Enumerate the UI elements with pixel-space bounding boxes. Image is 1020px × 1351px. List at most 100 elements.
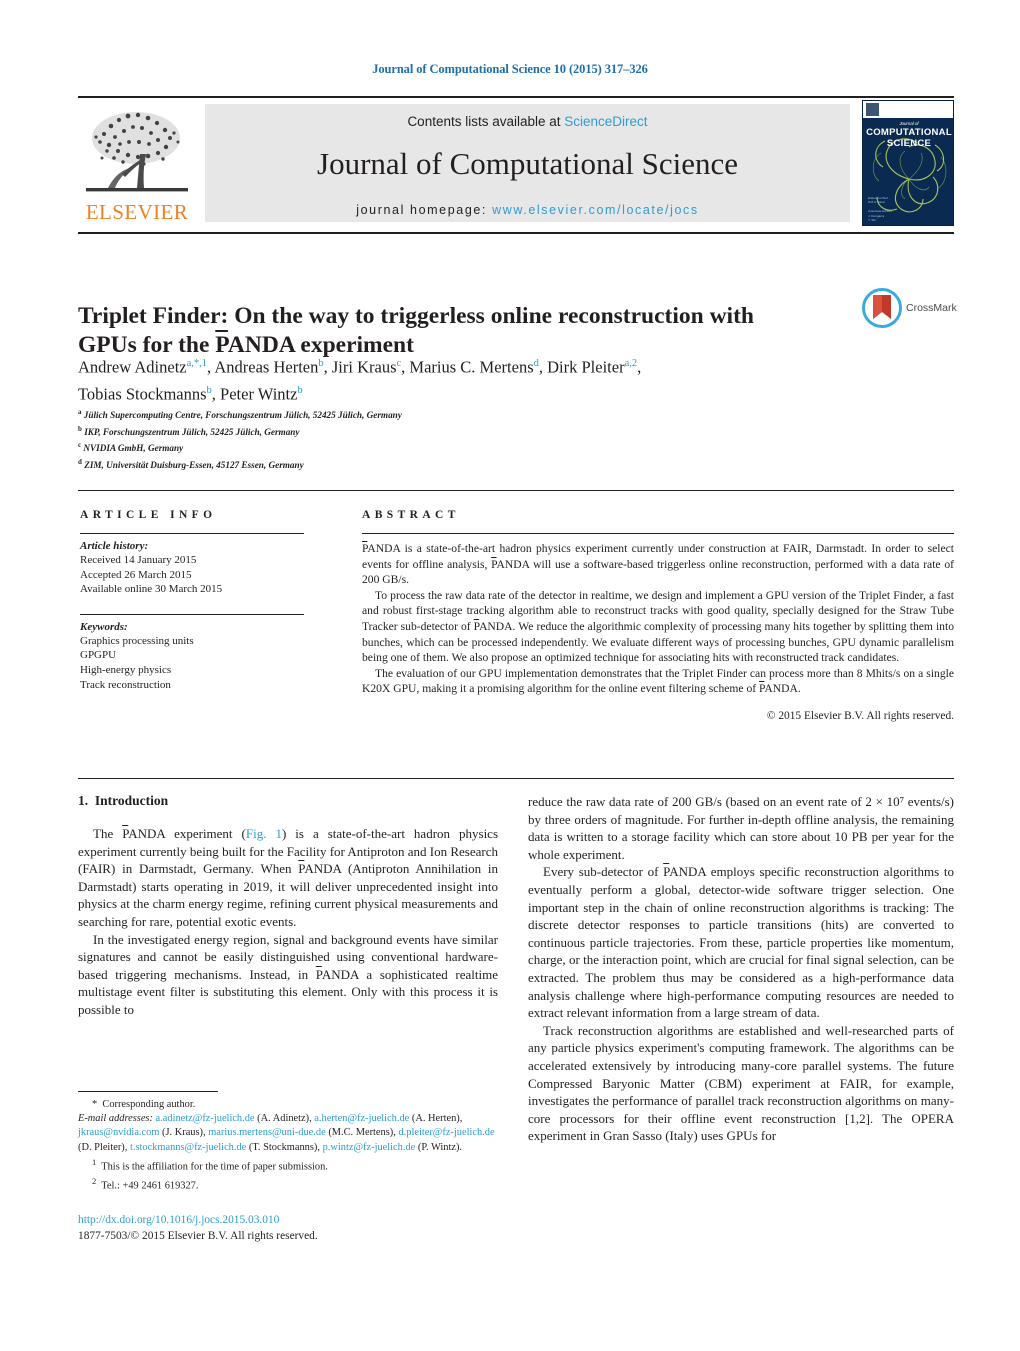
crossmark-icon (862, 288, 902, 328)
cover-editorial-blurb: Editor-in-Chief P.M.A. Sloot Associate Ed… (868, 196, 892, 223)
footnote-text: This is the affiliation for the time of … (101, 1161, 328, 1173)
affiliation-item: c NVIDIA GmbH, Germany (78, 439, 678, 456)
info-divider (80, 613, 304, 615)
elsevier-wordmark: ELSEVIER (85, 200, 189, 224)
paper-page: Journal of Computational Science 10 (201… (0, 0, 1020, 1351)
email-link[interactable]: a.herten@fz-juelich.de (314, 1113, 409, 1124)
email-owner: (D. Pleiter) (78, 1141, 125, 1153)
article-info-column: Article history: Received 14 January 201… (80, 533, 312, 692)
author-marks: b (297, 384, 303, 396)
email-link[interactable]: t.stockmanns@fz-juelich.de (130, 1142, 246, 1153)
footnote-item: 2 Tel.: +49 2461 619327. (78, 1174, 498, 1194)
article-history-item: Accepted 26 March 2015 (80, 568, 192, 581)
footnote-item: 1 This is the affiliation for the time o… (78, 1155, 498, 1175)
journal-homepage-link[interactable]: www.elsevier.com/locate/jocs (492, 203, 699, 217)
crossmark-badge[interactable]: CrossMark (862, 288, 958, 332)
corresponding-author-note: * Corresponding author. (92, 1099, 196, 1110)
keyword-item: Track reconstruction (80, 678, 171, 691)
email-owner: (J. Kraus) (162, 1127, 204, 1139)
author-list: Andrew Adinetza,*,1, Andreas Herten b, Ji… (78, 352, 878, 405)
article-info-heading: ARTICLE INFO (80, 509, 217, 521)
abstract-paragraph: The evaluation of our GPU implementation… (362, 666, 954, 696)
info-divider (80, 533, 304, 534)
body-right-column: reduce the raw data rate of 200 GB/s (ba… (528, 793, 954, 1145)
email-owner: (A. Herten) (411, 1113, 460, 1125)
body-paragraph: The PANDA experiment (Fig. 1) is a state… (78, 826, 499, 929)
contents-lists-line: Contents lists available at ScienceDirec… (205, 114, 850, 129)
section-number: 1. (78, 793, 89, 808)
journal-cover-thumbnail: Journal of COMPUTATIONAL SCIENCE Editor-… (862, 100, 954, 226)
email-link[interactable]: a.adinetz@fz-juelich.de (156, 1113, 255, 1124)
body-paragraph: In the investigated energy region, signa… (78, 931, 498, 1017)
cover-journal-of: Journal of (899, 121, 919, 126)
crossmark-label: CrossMark (906, 302, 957, 314)
email-owner: (M.C. Mertens) (328, 1127, 394, 1139)
affiliation-text: NVIDIA GmbH, Germany (83, 443, 184, 454)
homepage-prefix: journal homepage: (356, 203, 493, 217)
email-link[interactable]: jkraus@nvidia.com (78, 1127, 159, 1138)
doi-link[interactable]: http://dx.doi.org/10.1016/j.jocs.2015.03… (78, 1212, 498, 1228)
footnote-text: Tel.: +49 2461 619327. (101, 1180, 199, 1192)
keyword-item: GPGPU (80, 649, 117, 662)
info-top-rule (78, 490, 954, 491)
body-paragraph: Every sub-detector of PANDA employs spec… (528, 864, 955, 1021)
issn-copyright-line: 1877-7503/© 2015 Elsevier B.V. All right… (78, 1230, 318, 1242)
affiliation-mark: c (78, 441, 82, 450)
email-link[interactable]: p.wintz@fz-juelich.de (323, 1142, 416, 1153)
abstract-divider (362, 533, 954, 534)
body-left-column: 1. Introduction The PANDA experiment (Fi… (78, 793, 498, 1019)
body-paragraph: reduce the raw data rate of 200 GB/s (ba… (528, 794, 954, 862)
affiliation-item: b IKP, Forschungszentrum Jülich, 52425 J… (78, 423, 678, 440)
author-name: Dirk Pleiter (547, 357, 625, 377)
author-name: Andrew Adinetz (78, 357, 187, 377)
body-paragraph: Track reconstruction algorithms are esta… (528, 1022, 954, 1144)
email-owner: (A. Adinetz) (257, 1113, 310, 1125)
contents-prefix: Contents lists available at (407, 114, 565, 129)
author-name: Tobias Stockmanns (78, 384, 207, 403)
affiliation-item: d ZIM, Universität Duisburg-Essen, 45127… (78, 456, 678, 473)
author-name: Jiri Kraus (331, 357, 397, 377)
keywords-label: Keywords: (80, 620, 128, 633)
email-link[interactable]: marius.mertens@uni-due.de (208, 1127, 325, 1138)
affiliation-list: a Jülich Supercomputing Centre, Forschun… (78, 406, 678, 473)
author-name: Peter Wintz (220, 384, 298, 403)
cover-title-line2: SCIENCE (886, 138, 932, 149)
affiliation-mark: a (78, 408, 82, 416)
article-history-item: Available online 30 March 2015 (80, 583, 223, 596)
cover-elsevier-mark (866, 103, 879, 116)
footnote-block: * Corresponding author. E-mail addresses… (78, 1098, 498, 1194)
footnote-mark: 2 (92, 1176, 97, 1187)
footnote-mark: 1 (92, 1156, 97, 1167)
corresponding-author-text: Corresponding author. (102, 1099, 196, 1110)
email-owner: (P. Wintz) (417, 1141, 460, 1153)
author-sep: , (538, 357, 548, 377)
abstract-copyright: © 2015 Elsevier B.V. All rights reserved… (766, 709, 954, 722)
author-sep: , (323, 357, 332, 377)
abstract-heading: ABSTRACT (362, 509, 460, 521)
section-title: Introduction (94, 793, 169, 808)
email-link[interactable]: d.pleiter@fz-juelich.de (398, 1127, 494, 1138)
cover-title-line1: COMPUTATIONAL (866, 127, 952, 138)
author-name: Andreas Herten (214, 357, 319, 377)
keyword-item: Graphics processing units (80, 634, 194, 647)
affiliation-item: a Jülich Supercomputing Centre, Forschun… (78, 406, 678, 423)
sciencedirect-link[interactable]: ScienceDirect (564, 114, 647, 129)
footnote-rule (78, 1091, 218, 1092)
footer-block: http://dx.doi.org/10.1016/j.jocs.2015.03… (78, 1212, 498, 1244)
affiliation-text: ZIM, Universität Duisburg-Essen, 45127 E… (84, 460, 304, 471)
affiliation-mark: d (78, 457, 82, 466)
abstract-column: PANDA is a state-of-the-art hadron physi… (362, 533, 954, 722)
affiliation-mark: b (78, 424, 82, 433)
author-name: Marius C. Mertens (409, 357, 534, 377)
author-marks: a,2 (624, 358, 638, 369)
journal-homepage-line: journal homepage: www.elsevier.com/locat… (205, 203, 850, 217)
article-history-item: Received 14 January 2015 (80, 554, 197, 566)
author-sep: , (637, 357, 642, 377)
abstract-paragraph: PANDA is a state-of-the-art hadron physi… (362, 542, 954, 587)
affiliation-text: Jülich Supercomputing Centre, Forschungs… (83, 410, 402, 421)
affiliation-text: IKP, Forschungszentrum Jülich, 52425 Jül… (84, 426, 300, 437)
info-bottom-rule (78, 778, 954, 779)
abstract-paragraph: To process the raw data rate of the dete… (362, 588, 954, 665)
author-sep: , (211, 384, 221, 403)
